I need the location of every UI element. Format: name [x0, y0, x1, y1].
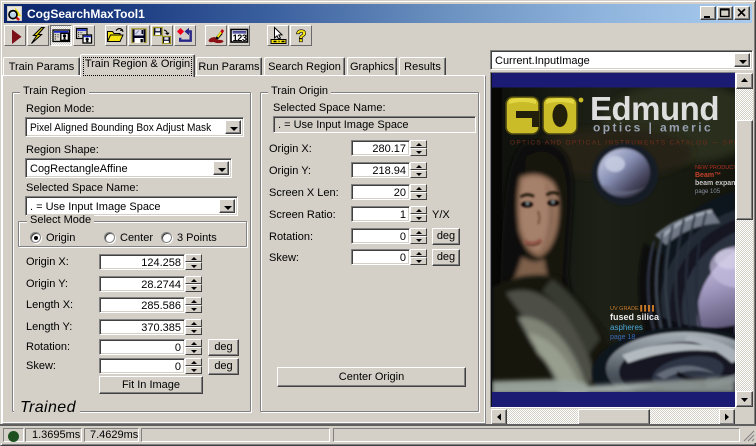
svg-text:UV GRADE ▌▌▌▌: UV GRADE ▌▌▌▌: [610, 305, 656, 312]
svg-text:page 18: page 18: [610, 334, 635, 341]
svg-text:beam expan: beam expan: [695, 180, 735, 187]
svg-text:?: ?: [296, 26, 306, 45]
svg-text:123: 123: [233, 33, 247, 43]
svg-text:Beam™: Beam™: [695, 172, 721, 179]
svg-text:OPTICS AND OPTICAL INSTRUMENTS: OPTICS AND OPTICAL INSTRUMENTS CATALOG —…: [510, 140, 735, 147]
svg-text:page 105: page 105: [695, 189, 721, 195]
svg-text:NEW PRODUCT: NEW PRODUCT: [695, 165, 735, 171]
svg-text:optics | americ: optics | americ: [593, 121, 713, 135]
svg-text:aspheres: aspheres: [610, 323, 643, 332]
svg-text:fused silica: fused silica: [610, 312, 660, 322]
